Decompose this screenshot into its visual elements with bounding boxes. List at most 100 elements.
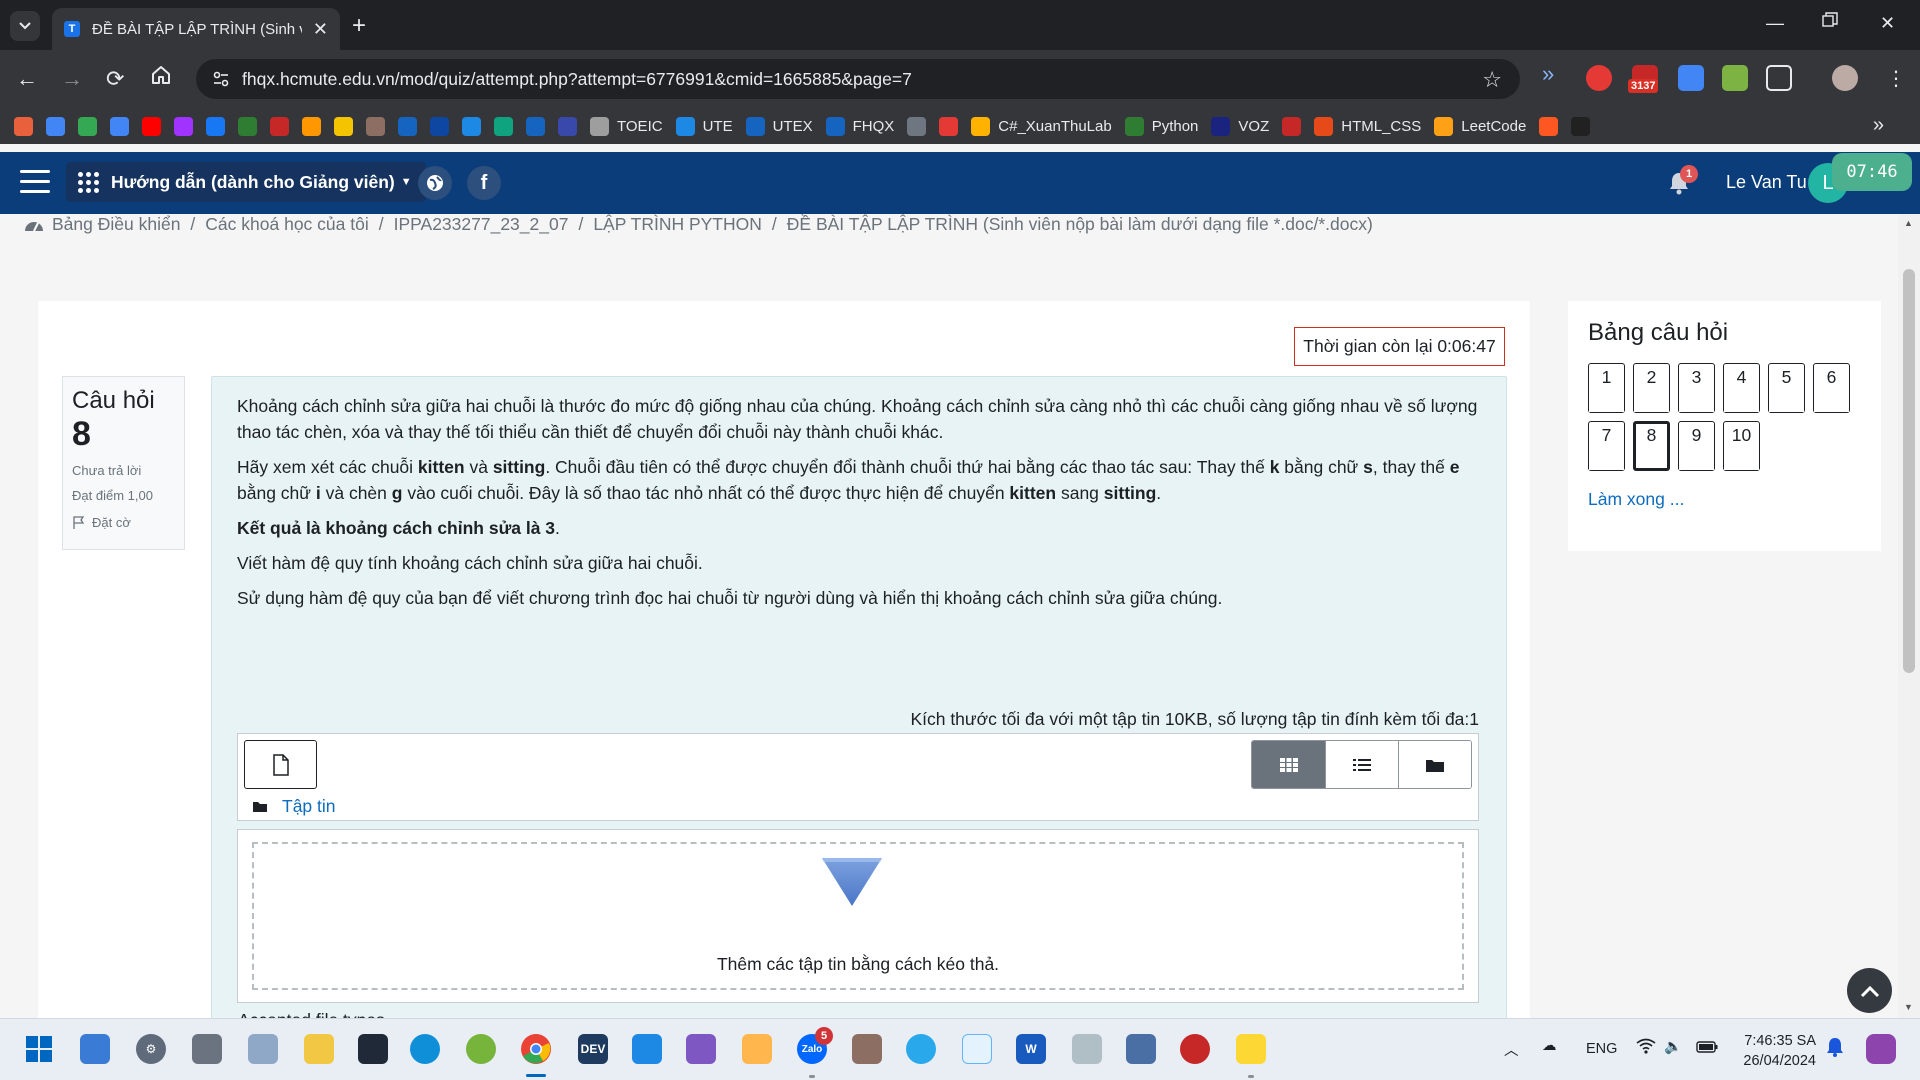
tray-overflow-chevron-icon[interactable]: ︿ (1504, 1039, 1519, 1060)
file-path-link[interactable]: Tập tin (252, 796, 336, 817)
bookmark-item[interactable] (366, 116, 385, 136)
bookmark-star-icon[interactable]: ☆ (1482, 67, 1502, 93)
bookmark-item[interactable]: Python (1124, 116, 1198, 136)
bookmarks-overflow-icon[interactable]: » (1873, 114, 1884, 137)
extension-arrows-icon[interactable]: » (1542, 61, 1568, 87)
close-window-icon[interactable]: ✕ (1880, 13, 1895, 34)
bookmark-item[interactable] (142, 116, 161, 136)
adblock-icon[interactable] (1586, 65, 1612, 91)
bookmark-item[interactable]: TOEIC (590, 116, 663, 136)
profile-avatar-icon[interactable] (1832, 65, 1858, 91)
visual-studio-icon[interactable] (686, 1034, 716, 1064)
cococ-icon[interactable] (466, 1034, 496, 1064)
restore-window-icon[interactable] (1822, 12, 1838, 28)
question-nav-button-9[interactable]: 9 (1678, 421, 1715, 471)
question-nav-button-6[interactable]: 6 (1813, 363, 1850, 413)
page-scrollbar[interactable]: ▲ ▼ (1898, 214, 1920, 1018)
breadcrumb-dashboard[interactable]: Bảng Điều khiển (52, 214, 180, 235)
breadcrumb-course-code[interactable]: IPPA233277_23_2_07 (394, 214, 569, 235)
add-file-button[interactable] (244, 740, 317, 789)
hamburger-menu-icon[interactable] (20, 170, 50, 200)
view-icons-button[interactable] (1252, 741, 1325, 788)
extensions-puzzle-icon[interactable] (1766, 65, 1792, 91)
breadcrumb-course-name[interactable]: LẬP TRÌNH PYTHON (593, 214, 762, 235)
bookmark-item[interactable] (206, 116, 225, 136)
question-nav-button-10[interactable]: 10 (1723, 421, 1760, 471)
bookmark-item[interactable] (558, 116, 577, 136)
bookmark-item[interactable] (939, 116, 959, 136)
home-icon[interactable] (150, 64, 172, 86)
bookmark-item[interactable]: VOZ (1211, 116, 1269, 136)
bookmark-item[interactable] (1571, 116, 1591, 136)
bookmark-item[interactable] (907, 116, 927, 136)
bookmark-item[interactable] (174, 116, 193, 136)
battery-icon[interactable] (1696, 1041, 1718, 1053)
reload-icon[interactable]: ⟳ (106, 65, 124, 93)
language-indicator[interactable]: ENG (1586, 1041, 1617, 1057)
performance-monitor-icon[interactable] (248, 1034, 278, 1064)
question-nav-button-4[interactable]: 4 (1723, 363, 1760, 413)
word-icon[interactable]: W (1016, 1034, 1046, 1064)
file-drop-area[interactable]: Thêm các tập tin bằng cách kéo thả. (237, 829, 1479, 1003)
wifi-icon[interactable] (1636, 1038, 1656, 1054)
bookmark-item[interactable]: UTE (675, 116, 733, 136)
breadcrumb-quiz[interactable]: ĐỀ BÀI TẬP LẬP TRÌNH (Sinh viên nộp bài … (787, 214, 1373, 235)
file-explorer-icon[interactable] (304, 1034, 334, 1064)
bookmark-item[interactable]: HTML_CSS (1314, 116, 1421, 136)
bookmark-item[interactable] (398, 116, 417, 136)
finish-attempt-link[interactable]: Làm xong ... (1588, 489, 1861, 510)
bookmark-item[interactable] (270, 116, 289, 136)
volume-icon[interactable]: 🔈 (1664, 1038, 1682, 1055)
scrollbar-thumb[interactable] (1903, 269, 1915, 673)
devcpp-icon[interactable]: DEV (578, 1034, 608, 1064)
translate-extension-icon[interactable] (1678, 65, 1704, 91)
recorder-icon[interactable] (1072, 1034, 1102, 1064)
facebook-icon[interactable]: f (467, 166, 501, 200)
view-tree-button[interactable] (1398, 741, 1471, 788)
bookmark-item[interactable] (494, 116, 513, 136)
bookmark-item[interactable] (334, 116, 353, 136)
new-tab-button[interactable]: + (352, 12, 366, 40)
question-nav-button-8[interactable]: 8 (1633, 421, 1670, 471)
back-arrow-icon[interactable]: ← (16, 65, 38, 93)
bookmark-item[interactable] (462, 116, 481, 136)
view-list-button[interactable] (1325, 741, 1398, 788)
question-nav-button-1[interactable]: 1 (1588, 363, 1625, 413)
question-nav-button-3[interactable]: 3 (1678, 363, 1715, 413)
drawing-tool-icon[interactable] (742, 1034, 772, 1064)
bookmark-item[interactable]: UTEX (745, 116, 813, 136)
vscode-icon[interactable] (632, 1034, 662, 1064)
question-nav-button-5[interactable]: 5 (1768, 363, 1805, 413)
bookmark-item[interactable] (302, 116, 321, 136)
bookmark-item[interactable] (1282, 116, 1302, 136)
chrome-icon[interactable] (521, 1034, 551, 1064)
browser-tab-active[interactable]: T ĐỀ BÀI TẬP LẬP TRÌNH (Sinh viên nộp bà… (52, 8, 340, 50)
dropzone[interactable]: Thêm các tập tin bằng cách kéo thả. (252, 842, 1464, 990)
browser-menu-icon[interactable]: ⋮ (1886, 65, 1906, 93)
site-settings-icon[interactable] (212, 70, 230, 88)
bookmark-item[interactable]: LeetCode (1434, 116, 1526, 136)
guide-dropdown-button[interactable]: Hướng dẫn (dành cho Giảng viên) ▼ (66, 162, 426, 202)
bookmark-item[interactable] (14, 116, 33, 136)
breadcrumb-my-courses[interactable]: Các khoá học của tôi (205, 214, 368, 235)
bookmark-item[interactable]: C#_XuanThuLab (971, 116, 1112, 136)
globe-icon[interactable] (418, 166, 452, 200)
system-clock[interactable]: 7:46:35 SA 26/04/2024 (1720, 1031, 1816, 1071)
bookmark-item[interactable] (430, 116, 449, 136)
sticky-notes-icon[interactable] (1236, 1034, 1266, 1064)
remote-desktop-icon[interactable] (1126, 1034, 1156, 1064)
tab-search-button[interactable] (10, 11, 40, 41)
flag-question-button[interactable]: Đặt cờ (72, 515, 175, 530)
tab-close-icon[interactable]: ✕ (313, 19, 328, 40)
copilot-icon[interactable] (1866, 1034, 1896, 1064)
bookmark-item[interactable] (238, 116, 257, 136)
notification-icon[interactable] (1826, 1037, 1844, 1057)
control-panel-icon[interactable] (80, 1034, 110, 1064)
address-bar[interactable]: fhqx.hcmute.edu.vn/mod/quiz/attempt.php?… (196, 59, 1520, 99)
bookmark-item[interactable] (78, 116, 97, 136)
scroll-down-icon[interactable]: ▼ (1904, 1002, 1913, 1012)
edge-icon[interactable] (410, 1034, 440, 1064)
windows-start-icon[interactable] (24, 1034, 54, 1064)
calculator-icon[interactable] (192, 1034, 222, 1064)
settings-gear-icon[interactable]: ⚙ (136, 1034, 166, 1064)
